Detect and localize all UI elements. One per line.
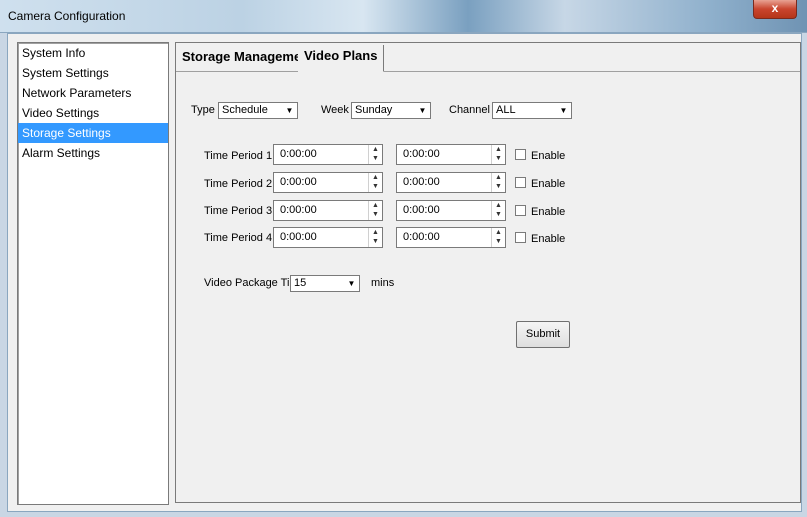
period-4-enable-checkbox[interactable] [515, 232, 526, 243]
type-select-value: Schedule [222, 104, 268, 116]
enable-label: Enable [531, 150, 566, 162]
period-2-start-input[interactable]: 0:00:00 ▲ ▼ [273, 172, 383, 193]
channel-select[interactable]: ALL ▼ [492, 102, 572, 119]
enable-label: Enable [531, 233, 566, 245]
close-icon: x [771, 1, 779, 15]
period-3-end-value: 0:00:00 [403, 204, 440, 216]
period-4-end-input[interactable]: 0:00:00 ▲ ▼ [396, 227, 506, 248]
spin-arrows-icon[interactable]: ▲ ▼ [368, 145, 382, 164]
period-3-enable-checkbox[interactable] [515, 205, 526, 216]
tab-video-plans[interactable]: Video Plans [298, 45, 385, 72]
channel-label: Channel [449, 104, 490, 116]
period-1-enable-checkbox[interactable] [515, 149, 526, 160]
time-period-label: Time Period 3 [204, 205, 273, 217]
spin-arrows-icon[interactable]: ▲ ▼ [368, 173, 382, 192]
tab-storage-management[interactable]: Storage Management [182, 49, 313, 64]
period-2-enable-checkbox[interactable] [515, 177, 526, 188]
period-4-start-value: 0:00:00 [280, 231, 317, 243]
period-1-start-value: 0:00:00 [280, 148, 317, 160]
window-title: Camera Configuration [8, 9, 126, 23]
nav-item-system-settings[interactable]: System Settings [18, 63, 168, 83]
video-package-time-select[interactable]: 15 ▼ [290, 275, 360, 292]
channel-select-value: ALL [496, 104, 516, 116]
settings-panel: Storage Management Video Plans Type Sche… [175, 42, 801, 503]
window-client: System Info System Settings Network Para… [7, 33, 802, 512]
nav-item-network-parameters[interactable]: Network Parameters [18, 83, 168, 103]
tab-strip: Storage Management Video Plans [176, 43, 800, 72]
chevron-down-icon: ▼ [559, 106, 568, 115]
enable-label: Enable [531, 206, 566, 218]
spin-arrows-icon[interactable]: ▲ ▼ [491, 145, 505, 164]
spin-arrows-icon[interactable]: ▲ ▼ [491, 228, 505, 247]
period-1-end-value: 0:00:00 [403, 148, 440, 160]
mins-label: mins [371, 277, 395, 289]
period-1-start-input[interactable]: 0:00:00 ▲ ▼ [273, 144, 383, 165]
time-period-label: Time Period 1 [204, 150, 273, 162]
time-period-label: Time Period 2 [204, 178, 273, 190]
period-4-end-value: 0:00:00 [403, 231, 440, 243]
period-2-end-input[interactable]: 0:00:00 ▲ ▼ [396, 172, 506, 193]
chevron-down-icon: ▼ [418, 106, 427, 115]
period-3-end-input[interactable]: 0:00:00 ▲ ▼ [396, 200, 506, 221]
week-select[interactable]: Sunday ▼ [351, 102, 431, 119]
nav-item-system-info[interactable]: System Info [18, 43, 168, 63]
chevron-down-icon: ▼ [285, 106, 294, 115]
time-period-label: Time Period 4 [204, 232, 273, 244]
nav-item-storage-settings[interactable]: Storage Settings [18, 123, 168, 143]
period-2-end-value: 0:00:00 [403, 176, 440, 188]
spin-arrows-icon[interactable]: ▲ ▼ [368, 201, 382, 220]
spin-arrows-icon[interactable]: ▲ ▼ [368, 228, 382, 247]
submit-button[interactable]: Submit [516, 321, 570, 348]
week-label: Week [321, 104, 349, 116]
enable-label: Enable [531, 178, 566, 190]
period-3-start-input[interactable]: 0:00:00 ▲ ▼ [273, 200, 383, 221]
period-4-start-input[interactable]: 0:00:00 ▲ ▼ [273, 227, 383, 248]
title-bar: Camera Configuration x [0, 0, 807, 33]
nav-item-video-settings[interactable]: Video Settings [18, 103, 168, 123]
spin-arrows-icon[interactable]: ▲ ▼ [491, 201, 505, 220]
period-3-start-value: 0:00:00 [280, 204, 317, 216]
period-1-end-input[interactable]: 0:00:00 ▲ ▼ [396, 144, 506, 165]
chevron-down-icon: ▼ [347, 279, 356, 288]
nav-item-alarm-settings[interactable]: Alarm Settings [18, 143, 168, 163]
video-package-time-value: 15 [294, 277, 307, 289]
close-button[interactable]: x [753, 0, 797, 19]
spin-arrows-icon[interactable]: ▲ ▼ [491, 173, 505, 192]
period-2-start-value: 0:00:00 [280, 176, 317, 188]
type-label: Type [191, 104, 215, 116]
settings-nav: System Info System Settings Network Para… [17, 42, 169, 505]
type-select[interactable]: Schedule ▼ [218, 102, 298, 119]
week-select-value: Sunday [355, 104, 393, 116]
